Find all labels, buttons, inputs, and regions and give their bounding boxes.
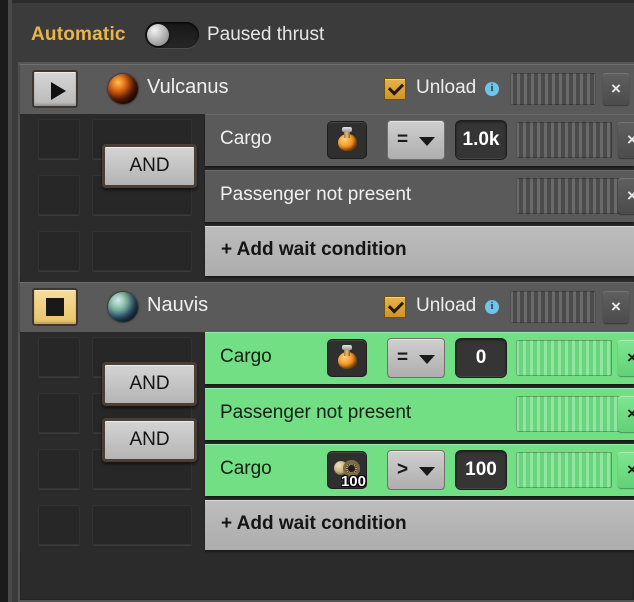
play-icon (51, 82, 66, 100)
drag-handle[interactable] (516, 340, 612, 376)
add-wait-condition-button[interactable]: + Add wait condition (205, 500, 634, 550)
drag-handle[interactable] (510, 291, 596, 323)
threshold-value-input[interactable]: 1.0k (455, 120, 507, 160)
remove-condition-icon[interactable]: × (618, 452, 634, 488)
flask-cap (342, 127, 352, 132)
remove-condition-icon[interactable]: × (618, 178, 634, 214)
station-section: Nauvis Unload i × AND Cargo = 0 × AND Passenger no… (20, 282, 634, 552)
condition-slot-a (38, 393, 80, 433)
add-wait-condition-button[interactable]: + Add wait condition (205, 226, 634, 276)
schedule-panel: Vulcanus Unload i × AND Cargo = 1.0k × Passenger … (18, 62, 634, 602)
condition-label: Cargo (220, 346, 272, 367)
station-header: Nauvis Unload i × (20, 282, 634, 332)
schedule-window: Automatic Paused thrust Vulcanus Unload i ×… (0, 0, 634, 602)
flask-cap (342, 345, 352, 350)
wait-condition[interactable]: Passenger not present × (205, 170, 634, 222)
unload-checkbox[interactable] (384, 78, 406, 100)
and-operator-button[interactable]: AND (102, 418, 197, 462)
schedule-topbar: Automatic Paused thrust (12, 0, 634, 62)
condition-slot-a (38, 119, 80, 159)
item-count-label: 100 (340, 473, 366, 490)
vulcanus-planet-icon (108, 74, 138, 104)
remove-condition-icon[interactable]: × (618, 396, 634, 432)
drag-handle[interactable] (516, 122, 612, 158)
nauvis-planet-icon (108, 292, 138, 322)
remove-condition-icon[interactable]: × (618, 340, 634, 376)
drag-handle[interactable] (510, 73, 596, 105)
and-operator-button[interactable]: AND (102, 144, 197, 188)
info-icon[interactable]: i (485, 82, 499, 96)
conditions-body: AND Cargo = 1.0k × Passenger not present × + Ad… (20, 114, 634, 278)
info-icon[interactable]: i (485, 300, 499, 314)
schedule-sections: Vulcanus Unload i × AND Cargo = 1.0k × Passenger … (20, 64, 634, 552)
comparator-label: = (397, 347, 409, 368)
condition-slot-b (92, 231, 192, 271)
comparator-dropdown[interactable]: > (387, 450, 445, 490)
condition-slot-a (38, 175, 80, 215)
condition-label: Cargo (220, 458, 272, 479)
item-signal-button[interactable] (327, 339, 367, 377)
and-operator-button[interactable]: AND (102, 362, 197, 406)
wait-condition[interactable]: Cargo = 1.0k × (205, 114, 634, 166)
comparator-dropdown[interactable]: = (387, 338, 445, 378)
wait-condition[interactable]: Cargo = 0 × (205, 332, 634, 384)
station-name: Nauvis (147, 294, 209, 316)
condition-row: AND Cargo = 0 × (20, 332, 634, 406)
add-condition-row: + Add wait condition (20, 500, 634, 552)
threshold-value-input[interactable]: 0 (455, 338, 507, 378)
unload-label: Unload (416, 77, 477, 98)
conditions-body: AND Cargo = 0 × AND Passenger not present × Carg… (20, 332, 634, 552)
automatic-mode-label: Automatic (31, 24, 126, 45)
add-wait-condition-label: + Add wait condition (221, 513, 407, 534)
add-condition-row: + Add wait condition (20, 226, 634, 278)
drag-handle[interactable] (516, 178, 634, 214)
station-name: Vulcanus (147, 76, 229, 98)
drag-handle[interactable] (516, 396, 634, 432)
station-section: Vulcanus Unload i × AND Cargo = 1.0k × Passenger … (20, 64, 634, 278)
condition-label: Cargo (220, 128, 272, 149)
topbar-divider (12, 0, 634, 3)
toggle-knob (147, 24, 169, 46)
condition-label: Passenger not present (220, 184, 412, 205)
stop-button[interactable] (32, 288, 78, 326)
wait-condition[interactable]: Passenger not present × (205, 388, 634, 440)
close-icon[interactable]: × (603, 73, 629, 105)
unload-label: Unload (416, 295, 477, 316)
condition-slot-b (92, 505, 192, 545)
flask-icon (337, 127, 357, 151)
condition-row: AND Cargo = 1.0k × (20, 114, 634, 188)
schedule-scroll-area: Vulcanus Unload i × AND Cargo = 1.0k × Passenger … (18, 62, 634, 602)
chevron-down-icon (419, 355, 435, 364)
play-button[interactable] (32, 70, 78, 108)
item-signal-button[interactable]: 100 (327, 451, 367, 490)
item-signal-button[interactable] (327, 121, 367, 159)
drag-handle[interactable] (516, 452, 612, 488)
condition-slot-a (38, 231, 80, 271)
comparator-label: = (397, 129, 409, 150)
flask-icon (337, 345, 357, 369)
stop-icon (46, 298, 64, 316)
chevron-down-icon (419, 467, 435, 476)
unload-checkbox[interactable] (384, 296, 406, 318)
threshold-value-input[interactable]: 100 (455, 450, 507, 490)
chevron-down-icon (419, 137, 435, 146)
condition-slot-a (38, 449, 80, 489)
condition-label: Passenger not present (220, 402, 412, 423)
wait-condition[interactable]: Cargo 100 >100 × (205, 444, 634, 496)
station-header: Vulcanus Unload i × (20, 64, 634, 114)
remove-condition-icon[interactable]: × (618, 122, 634, 158)
condition-slot-a (38, 337, 80, 377)
condition-slot-a (38, 505, 80, 545)
thrust-status-label: Paused thrust (207, 24, 325, 45)
comparator-dropdown[interactable]: = (387, 120, 445, 160)
comparator-label: > (397, 459, 409, 480)
close-icon[interactable]: × (603, 291, 629, 323)
automatic-manual-toggle[interactable] (145, 22, 199, 48)
add-wait-condition-label: + Add wait condition (221, 239, 407, 260)
